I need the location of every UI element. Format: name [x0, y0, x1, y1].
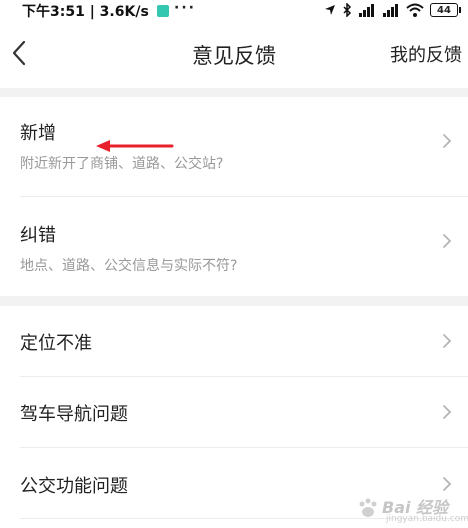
- list-item-location-inaccurate[interactable]: 定位不准: [0, 306, 468, 376]
- status-time-speed: 下午3:51 | 3.6K/s: [22, 1, 169, 21]
- status-text: 下午3:51 | 3.6K/s: [22, 4, 149, 20]
- item-title: 纠错: [20, 225, 56, 246]
- chevron-right-icon: [443, 405, 452, 419]
- telegram-icon: [156, 5, 169, 17]
- paw-icon: [359, 498, 377, 517]
- watermark-url: jingyan.baidu.com: [386, 514, 468, 524]
- item-title: 定位不准: [20, 333, 92, 354]
- navigation-bar: 意见反馈 我的反馈: [0, 20, 468, 88]
- baidu-watermark: Bai 经验 jingyan.baidu.com: [356, 492, 468, 526]
- chevron-right-icon: [443, 477, 452, 491]
- list-item-correction[interactable]: 纠错 地点、道路、公交信息与实际不符?: [0, 197, 468, 296]
- more-notifications-icon: ···: [174, 0, 196, 16]
- signal-icon-2: [383, 4, 398, 17]
- item-subtitle: 地点、道路、公交信息与实际不符?: [20, 258, 238, 274]
- wifi-icon: [406, 3, 424, 17]
- status-right-icons: 44: [324, 2, 461, 18]
- status-bar: 下午3:51 | 3.6K/s ··· 44: [0, 0, 468, 20]
- list-item-driving-navigation[interactable]: 驾车导航问题: [0, 377, 468, 447]
- location-icon: [325, 5, 335, 15]
- chevron-right-icon: [443, 234, 452, 248]
- my-feedback-link[interactable]: 我的反馈: [390, 41, 462, 67]
- section-separator: [0, 296, 468, 306]
- chevron-right-icon: [443, 134, 452, 148]
- section-separator: [0, 88, 468, 97]
- item-title: 驾车导航问题: [20, 404, 128, 425]
- chevron-right-icon: [443, 334, 452, 348]
- back-arrow-icon[interactable]: [6, 38, 32, 68]
- item-subtitle: 附近新开了商铺、道路、公交站?: [20, 156, 224, 172]
- list-item-add[interactable]: 新增 附近新开了商铺、道路、公交站?: [0, 97, 468, 196]
- battery-icon: 44: [430, 3, 461, 17]
- item-title: 新增: [20, 123, 56, 144]
- item-title: 公交功能问题: [20, 476, 128, 497]
- signal-icon: [359, 4, 374, 17]
- red-annotation-arrow: [96, 140, 174, 152]
- bluetooth-icon: [343, 3, 352, 17]
